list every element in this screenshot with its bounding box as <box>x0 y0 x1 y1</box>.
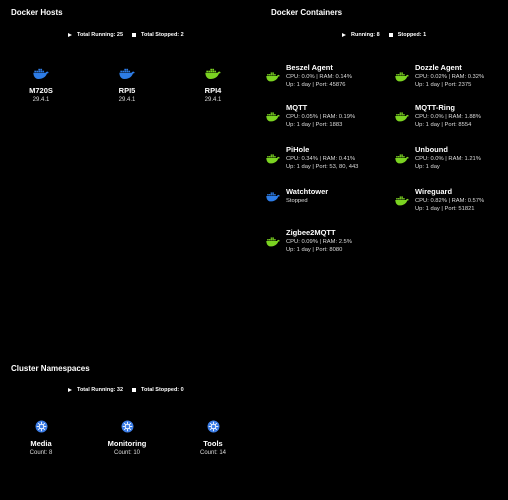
container-name: Unbound <box>415 145 448 154</box>
container-beszel-agent[interactable]: Beszel Agent CPU: 0.0% | RAM: 0.14% Up: … <box>266 64 352 89</box>
namespaces-summary: Total Running: 32 Total Stopped: 0 <box>68 387 193 393</box>
kubernetes-helm-icon <box>207 420 220 433</box>
docker-whale-icon <box>266 191 280 203</box>
container-mqtt[interactable]: MQTT CPU: 0.05% | RAM: 0.19% Up: 1 day |… <box>266 104 355 129</box>
container-status: Stopped <box>286 198 308 204</box>
host-version: 29.4.1 <box>204 97 222 103</box>
stop-icon <box>388 33 393 37</box>
container-uptime: Up: 1 day | Port: 45876 <box>286 82 346 88</box>
docker-whale-icon <box>395 153 409 165</box>
container-name: MQTT <box>286 103 308 112</box>
container-pihole[interactable]: PiHole CPU: 0.34% | RAM: 0.41% Up: 1 day… <box>266 146 358 171</box>
docker-whale-icon <box>266 153 280 165</box>
namespaces-total-running: Total Running: 32 <box>77 387 124 393</box>
host-name: RPI4 <box>204 86 222 95</box>
container-watchtower[interactable]: Watchtower Stopped <box>266 188 328 205</box>
docker-whale-icon <box>395 71 409 83</box>
namespace-card-media[interactable]: Media Count: 8 <box>11 420 71 456</box>
container-stats: CPU: 0.0% | RAM: 1.21% <box>415 156 481 162</box>
container-stats: CPU: 0.34% | RAM: 0.41% <box>286 156 356 162</box>
namespace-count: Count: 8 <box>29 450 53 456</box>
docker-whale-icon <box>266 71 280 83</box>
docker-whale-icon <box>33 68 49 80</box>
namespace-count: Count: 10 <box>113 450 141 456</box>
namespace-name: Media <box>30 439 52 448</box>
host-card-rpi5[interactable]: RPI5 29.4.1 <box>97 68 157 103</box>
docker-whale-icon <box>266 111 280 123</box>
containers-stopped: Stopped: 1 <box>397 32 427 38</box>
container-stats: CPU: 0.05% | RAM: 0.19% <box>286 114 356 120</box>
namespace-card-tools[interactable]: Tools Count: 14 <box>183 420 243 456</box>
docker-whale-icon <box>266 236 280 248</box>
stop-icon <box>132 33 137 37</box>
container-uptime: Up: 1 day | Port: 1883 <box>286 122 343 128</box>
namespace-card-monitoring[interactable]: Monitoring Count: 10 <box>97 420 157 456</box>
container-zigbee2mqtt[interactable]: Zigbee2MQTT CPU: 0.09% | RAM: 2.5% Up: 1… <box>266 229 352 254</box>
container-uptime: Up: 1 day | Port: 53, 80, 443 <box>286 164 359 170</box>
container-uptime: Up: 1 day <box>415 164 440 170</box>
container-name: PiHole <box>286 145 310 154</box>
host-card-m720s[interactable]: M720S 29.4.1 <box>11 68 71 103</box>
container-name: Beszel Agent <box>286 63 333 72</box>
container-name: Watchtower <box>286 187 329 196</box>
host-name: M720S <box>29 86 53 95</box>
container-wireguard[interactable]: Wireguard CPU: 0.82% | RAM: 0.57% Up: 1 … <box>395 188 484 213</box>
container-stats: CPU: 0.09% | RAM: 2.5% <box>286 239 352 245</box>
host-name: RPI5 <box>118 86 136 95</box>
docker-whale-icon <box>119 68 135 80</box>
container-stats: CPU: 0.0% | RAM: 1.88% <box>415 114 481 120</box>
docker-hosts-title: Docker Hosts <box>11 8 63 17</box>
play-icon <box>342 33 346 37</box>
docker-whale-icon <box>205 68 221 80</box>
container-name: Wireguard <box>415 187 453 196</box>
docker-containers-title: Docker Containers <box>271 8 343 17</box>
namespace-count: Count: 14 <box>199 450 227 456</box>
container-uptime: Up: 1 day | Port: 51821 <box>415 206 475 212</box>
play-icon <box>68 33 72 37</box>
container-name: Dozzle Agent <box>415 63 462 72</box>
docker-whale-icon <box>395 195 409 207</box>
container-unbound[interactable]: Unbound CPU: 0.0% | RAM: 1.21% Up: 1 day <box>395 146 481 171</box>
docker-whale-icon <box>395 111 409 123</box>
host-version: 29.4.1 <box>118 97 136 103</box>
play-icon <box>68 388 72 392</box>
host-version: 29.4.1 <box>32 97 50 103</box>
container-stats: CPU: 0.0% | RAM: 0.14% <box>286 74 352 80</box>
namespace-name: Monitoring <box>107 439 147 448</box>
hosts-summary: Total Running: 25 Total Stopped: 2 <box>68 32 193 38</box>
host-card-rpi4[interactable]: RPI4 29.4.1 <box>183 68 243 103</box>
stop-icon <box>132 388 137 392</box>
container-stats: CPU: 0.02% | RAM: 0.32% <box>415 74 485 80</box>
container-name: MQTT-Ring <box>415 103 455 112</box>
container-uptime: Up: 1 day | Port: 2375 <box>415 82 472 88</box>
kubernetes-helm-icon <box>121 420 134 433</box>
container-uptime: Up: 1 day | Port: 8080 <box>286 247 343 253</box>
containers-running: Running: 8 <box>351 32 380 38</box>
cluster-namespaces-title: Cluster Namespaces <box>11 364 90 373</box>
kubernetes-helm-icon <box>35 420 48 433</box>
namespace-name: Tools <box>203 439 223 448</box>
containers-summary: Running: 8 Stopped: 1 <box>342 32 435 38</box>
container-uptime: Up: 1 day | Port: 8554 <box>415 122 472 128</box>
container-dozzle-agent[interactable]: Dozzle Agent CPU: 0.02% | RAM: 0.32% Up:… <box>395 64 484 89</box>
hosts-total-stopped: Total Stopped: 2 <box>141 32 184 38</box>
hosts-total-running: Total Running: 25 <box>77 32 124 38</box>
container-name: Zigbee2MQTT <box>286 228 336 237</box>
container-stats: CPU: 0.82% | RAM: 0.57% <box>415 198 485 204</box>
namespaces-total-stopped: Total Stopped: 0 <box>141 387 184 393</box>
container-mqtt-ring[interactable]: MQTT-Ring CPU: 0.0% | RAM: 1.88% Up: 1 d… <box>395 104 481 129</box>
